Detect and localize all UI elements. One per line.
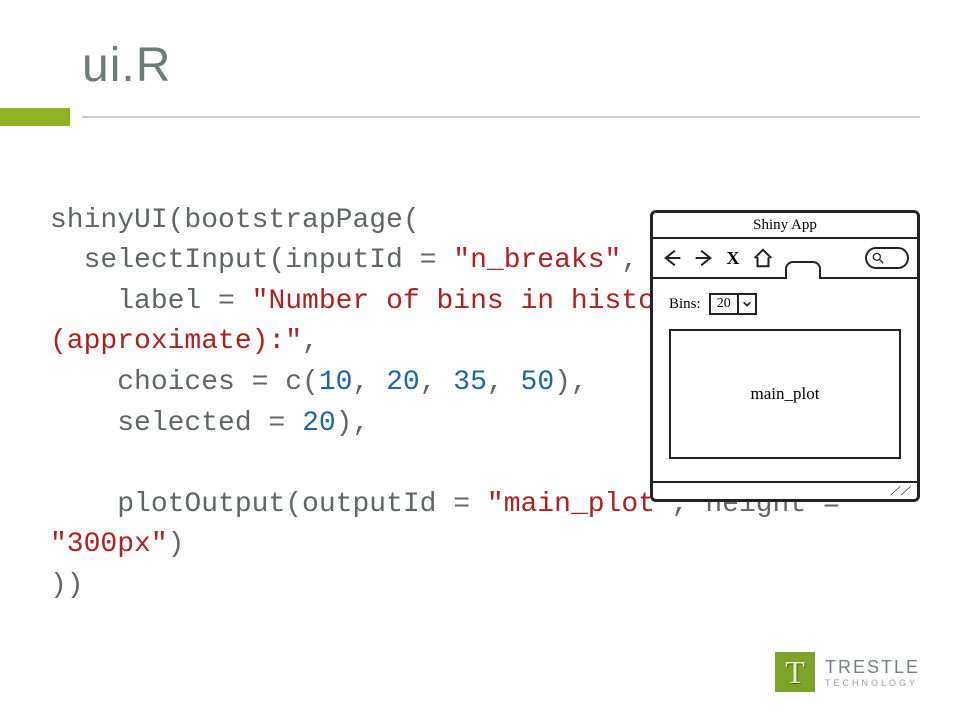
bins-dropdown[interactable]: 20 xyxy=(709,293,757,315)
code-line: label = xyxy=(50,286,252,317)
footer-logo: T TRESTLE TECHNOLOGY xyxy=(775,652,920,692)
code-number: 20 xyxy=(386,367,420,398)
logo-text: TRESTLE TECHNOLOGY xyxy=(825,657,920,688)
home-icon[interactable] xyxy=(751,246,775,270)
resize-grip-icon: ⟋⟋ xyxy=(890,484,911,499)
accent-bar xyxy=(0,108,70,126)
stop-icon[interactable]: X xyxy=(721,246,745,270)
slide-title: ui.R xyxy=(82,38,171,93)
mock-toolbar: X xyxy=(653,239,917,279)
code-number: 20 xyxy=(302,408,336,439)
logo-line1: TRESTLE xyxy=(825,657,920,678)
code-line: choices = c( xyxy=(50,367,319,398)
tab-icon[interactable] xyxy=(785,261,821,279)
logo-mark: T xyxy=(775,652,815,692)
browser-mockup: Shiny App X Bins: xyxy=(650,210,920,502)
mock-window-title: Shiny App xyxy=(753,217,817,234)
mock-content: Bins: 20 main_plot xyxy=(653,279,917,481)
search-box[interactable] xyxy=(865,247,909,269)
code-line: selected = xyxy=(50,408,302,439)
code-number: 50 xyxy=(521,367,555,398)
code-line: shinyUI(bootstrapPage( xyxy=(50,205,420,236)
plot-placeholder: main_plot xyxy=(669,329,901,459)
mock-titlebar: Shiny App xyxy=(653,213,917,239)
code-number: 35 xyxy=(453,367,487,398)
back-icon[interactable] xyxy=(661,246,685,270)
code-string: "main_plot" xyxy=(487,489,672,520)
forward-icon[interactable] xyxy=(691,246,715,270)
code-line: selectInput(inputId = xyxy=(50,245,453,276)
code-line: plotOutput(outputId = xyxy=(50,489,487,520)
mock-statusbar: ⟋⟋ xyxy=(653,481,917,499)
code-line: )) xyxy=(50,570,84,601)
slide: ui.R shinyUI(bootstrapPage( selectInput(… xyxy=(0,0,960,720)
code-string: "n_breaks" xyxy=(453,245,621,276)
plot-label: main_plot xyxy=(751,384,820,404)
bins-row: Bins: 20 xyxy=(669,293,901,315)
bins-label: Bins: xyxy=(669,296,701,313)
chevron-down-icon xyxy=(737,295,755,313)
code-number: 10 xyxy=(319,367,353,398)
code-string: "300px" xyxy=(50,529,168,560)
mock-window: Shiny App X Bins: xyxy=(650,210,920,502)
logo-line2: TECHNOLOGY xyxy=(825,678,920,688)
bins-value: 20 xyxy=(711,295,737,313)
divider-rule xyxy=(82,116,920,118)
